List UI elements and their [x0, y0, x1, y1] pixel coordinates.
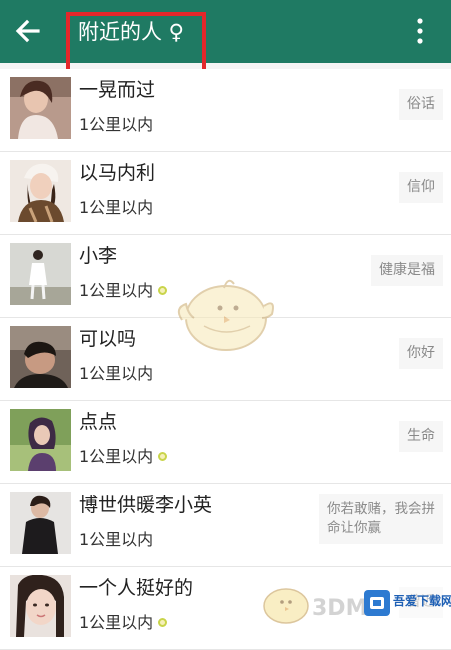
avatar: [10, 492, 71, 554]
list-item[interactable]: 博世供暖李小英 1公里以内 你若敢赌，我会拼命让你赢: [0, 484, 451, 567]
brand-name: 吾爱下载网: [393, 594, 451, 608]
back-button[interactable]: [10, 13, 46, 49]
signature: 健康是福: [371, 255, 443, 286]
avatar: [10, 243, 71, 305]
online-status-icon: [158, 452, 168, 461]
distance-text: 1公里以内: [79, 281, 154, 300]
brand-logo-icon: [364, 590, 390, 616]
signature: 你若敢赌，我会拼命让你赢: [319, 494, 443, 544]
avatar: [10, 575, 71, 637]
signature: 信仰: [399, 172, 443, 203]
page-title: 附近的人 ♀: [78, 20, 185, 44]
distance-label: 1公里以内: [79, 363, 153, 385]
arrow-left-icon: [15, 19, 40, 43]
person-name: 小李: [79, 245, 118, 267]
avatar: [10, 326, 71, 388]
watermark-brand: 吾爱下载网: [364, 588, 451, 622]
person-name: 可以吗: [79, 328, 137, 350]
distance-label: 1公里以内: [79, 114, 153, 136]
person-name: 点点: [79, 411, 118, 433]
distance-text: 1公里以内: [79, 198, 154, 217]
distance-text: 1公里以内: [79, 364, 154, 383]
distance-label: 1公里以内: [79, 612, 168, 634]
signature: 俗话: [399, 89, 443, 120]
more-options-button[interactable]: [408, 15, 432, 47]
person-name: 一晃而过: [79, 79, 156, 101]
watermark-3dm-text: 3DM: [312, 596, 368, 621]
online-status-icon: [158, 618, 168, 627]
distance-text: 1公里以内: [79, 530, 154, 549]
distance-text: 1公里以内: [79, 115, 154, 134]
distance-text: 1公里以内: [79, 613, 154, 632]
person-name: 博世供暖李小英: [79, 494, 213, 516]
signature: 生命: [399, 421, 443, 452]
avatar: [10, 160, 71, 222]
person-name: 一个人挺好的: [79, 577, 194, 599]
signature: 你好: [399, 338, 443, 369]
avatar: [10, 409, 71, 471]
app-bar: 附近的人 ♀: [0, 0, 451, 78]
watermark-mascot-small: [258, 578, 314, 626]
avatar: [10, 77, 71, 139]
list-item[interactable]: 一晃而过 1公里以内 俗话: [0, 69, 451, 152]
distance-label: 1公里以内: [79, 529, 153, 551]
list-item[interactable]: 以马内利 1公里以内 信仰: [0, 152, 451, 235]
more-vertical-icon: [417, 18, 423, 44]
distance-label: 1公里以内: [79, 446, 168, 468]
distance-label: 1公里以内: [79, 280, 168, 302]
distance-text: 1公里以内: [79, 447, 154, 466]
person-name: 以马内利: [79, 162, 156, 184]
list-item[interactable]: 点点 1公里以内 生命: [0, 401, 451, 484]
watermark-mascot: [172, 268, 276, 358]
online-status-icon: [158, 286, 168, 295]
distance-label: 1公里以内: [79, 197, 153, 219]
